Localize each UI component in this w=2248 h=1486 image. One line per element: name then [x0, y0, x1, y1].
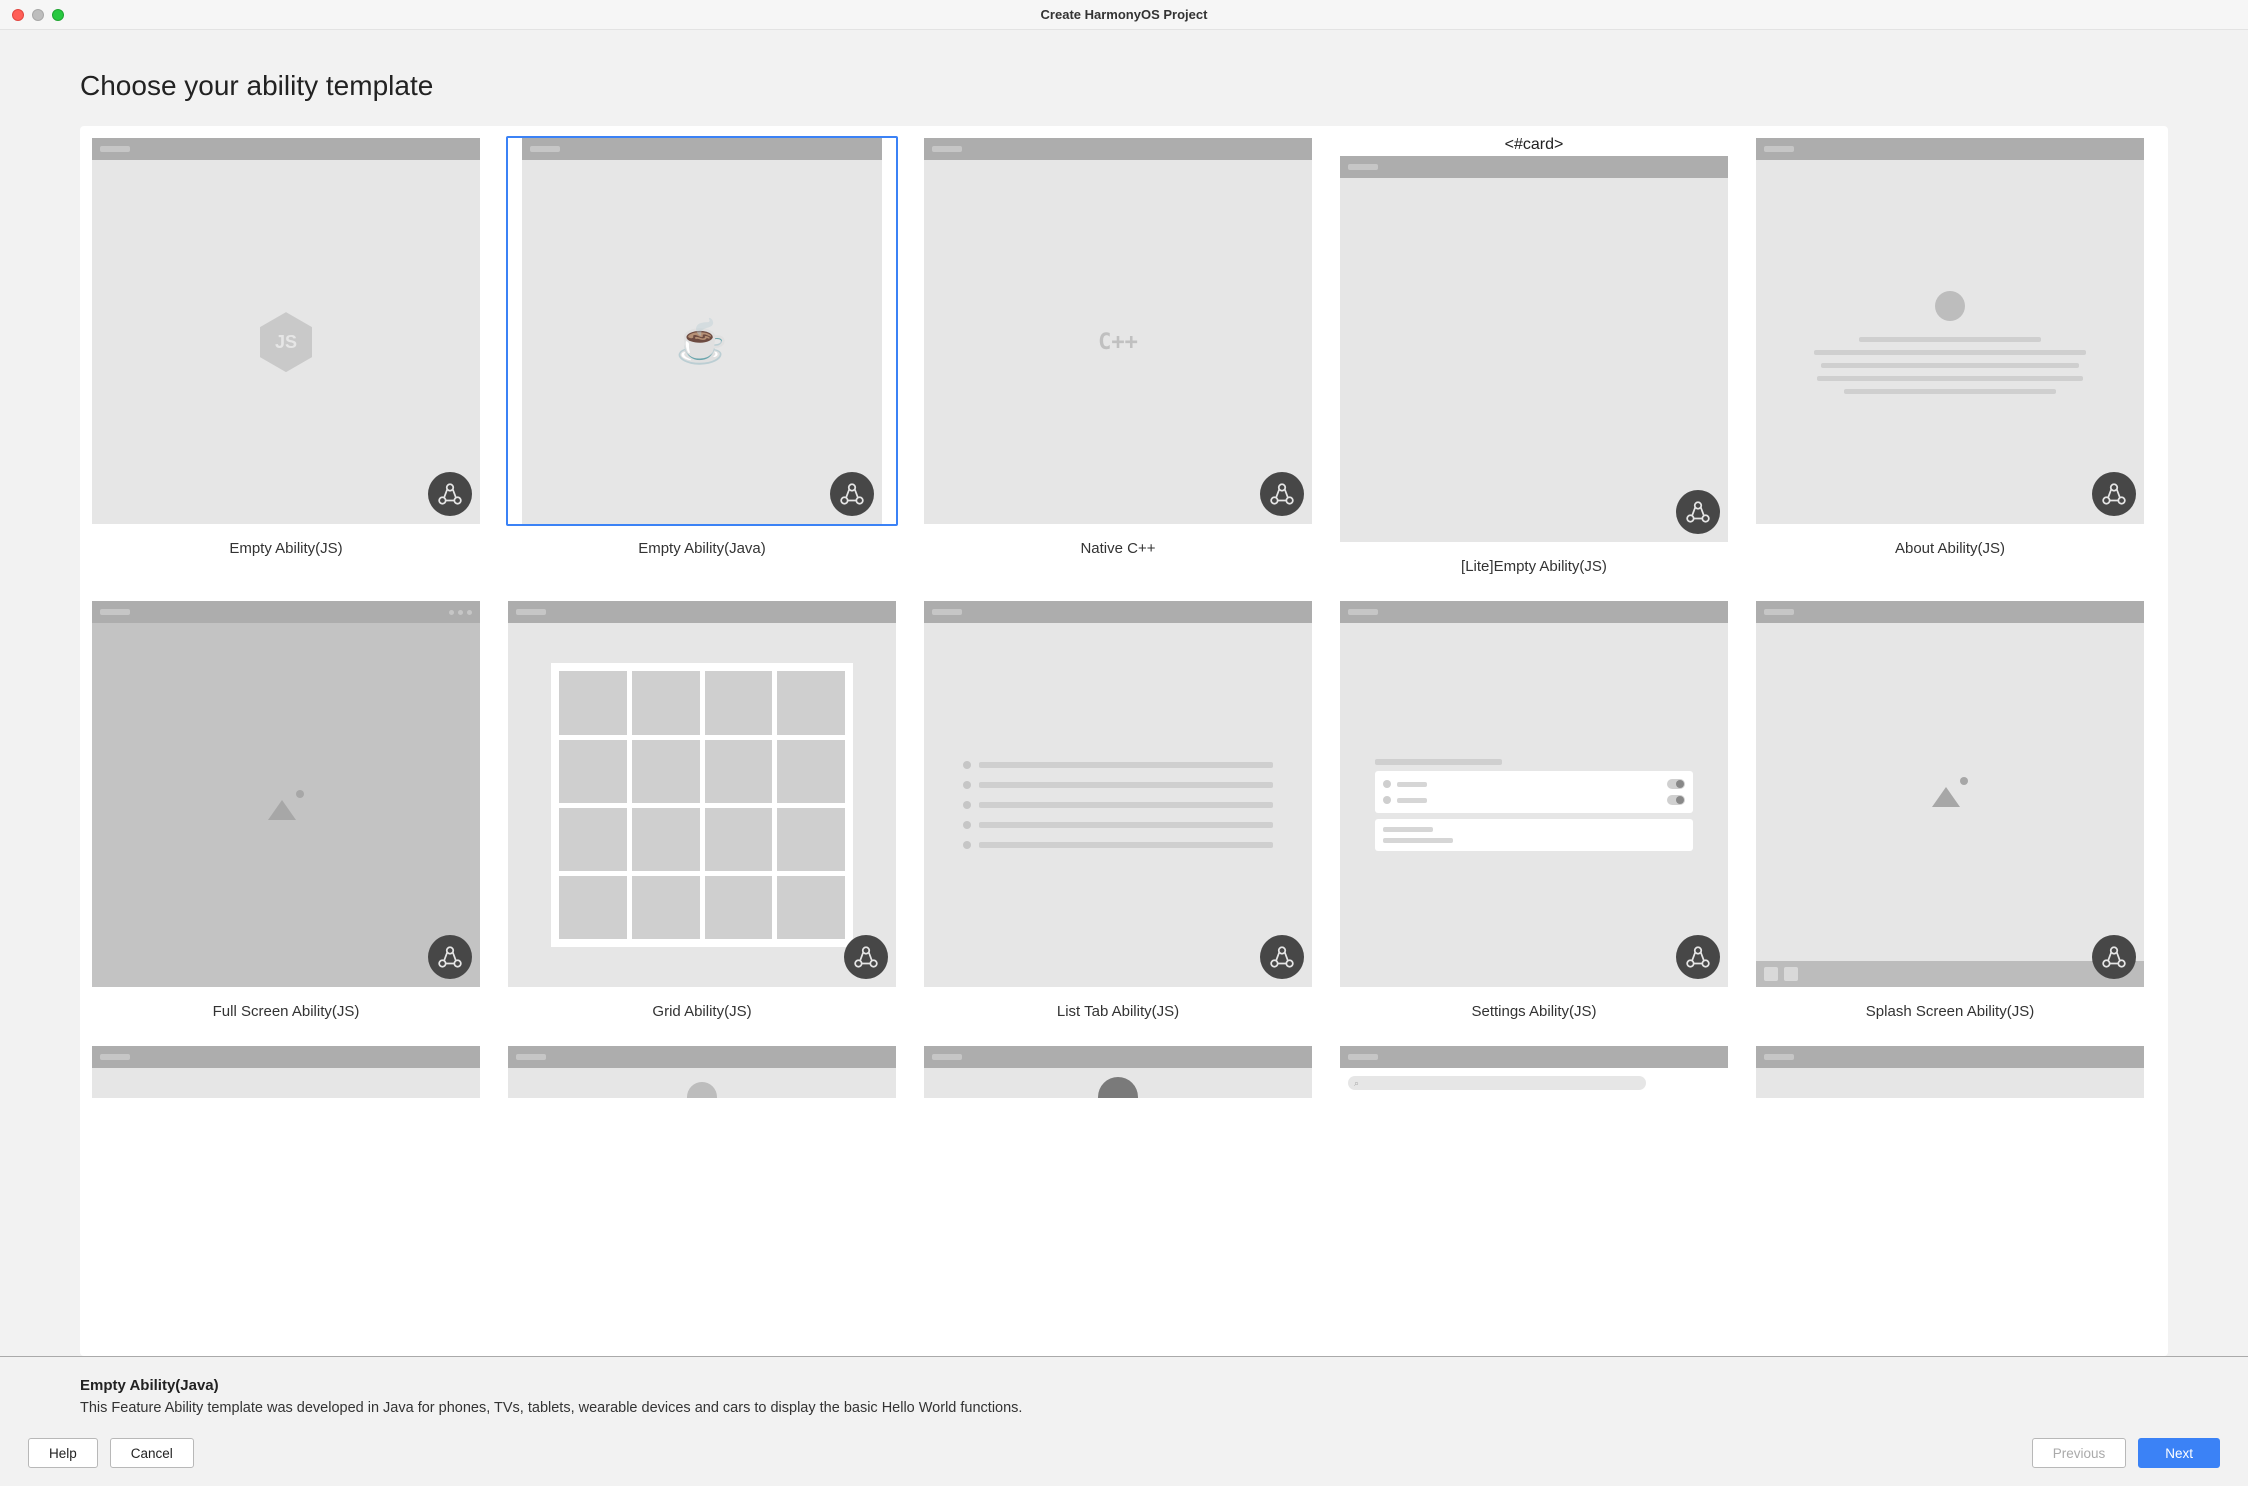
template-about-js[interactable]: About Ability(JS): [1754, 136, 2146, 575]
ability-badge-icon: [1676, 490, 1720, 534]
help-button[interactable]: Help: [28, 1438, 98, 1468]
template-empty-js[interactable]: JS Empty Ability(JS): [90, 136, 482, 575]
image-placeholder-icon: [92, 623, 480, 987]
template-native-cpp[interactable]: C++ Native C++: [922, 136, 1314, 575]
template-label: Settings Ability(JS): [1471, 1003, 1596, 1020]
template-label: Empty Ability(Java): [638, 540, 766, 557]
template-partial-3[interactable]: [922, 1044, 1314, 1100]
ability-badge-icon: [2092, 472, 2136, 516]
previous-button[interactable]: Previous: [2032, 1438, 2127, 1468]
search-icon: ⌕: [1348, 1076, 1646, 1090]
template-label: Native C++: [1080, 540, 1155, 557]
template-label: [Lite]Empty Ability(JS): [1461, 558, 1607, 575]
template-grid-scroll[interactable]: JS Empty Ability(JS) ☕: [90, 136, 2158, 1356]
template-partial-1[interactable]: [90, 1044, 482, 1100]
cpp-icon: C++: [1098, 330, 1138, 355]
ability-badge-icon: [1260, 472, 1304, 516]
template-scroll-area: JS Empty Ability(JS) ☕: [80, 126, 2168, 1356]
grid-preview-icon: [551, 663, 854, 947]
about-preview-icon: [1799, 291, 2102, 394]
template-empty-java[interactable]: ☕ Empty Ability(Java): [506, 136, 898, 575]
template-label: About Ability(JS): [1895, 540, 2005, 557]
template-label: Splash Screen Ability(JS): [1866, 1003, 2034, 1020]
splash-preview-icon: [1756, 623, 2144, 987]
window-title: Create HarmonyOS Project: [0, 7, 2248, 22]
template-label: Empty Ability(JS): [229, 540, 342, 557]
template-splash-js[interactable]: Splash Screen Ability(JS): [1754, 599, 2146, 1020]
description-panel: Empty Ability(Java) This Feature Ability…: [0, 1356, 2248, 1428]
template-label: Full Screen Ability(JS): [213, 1003, 360, 1020]
cancel-button[interactable]: Cancel: [110, 1438, 194, 1468]
js-icon: JS: [260, 312, 312, 372]
template-fullscreen-js[interactable]: Full Screen Ability(JS): [90, 599, 482, 1020]
list-preview-icon: [963, 761, 1273, 849]
ability-badge-icon: [428, 472, 472, 516]
template-label: Grid Ability(JS): [652, 1003, 751, 1020]
settings-preview-icon: [1375, 759, 1693, 851]
next-button[interactable]: Next: [2138, 1438, 2220, 1468]
ability-badge-icon: [830, 472, 874, 516]
template-partial-4[interactable]: ⌕: [1338, 1044, 1730, 1100]
template-grid-js[interactable]: Grid Ability(JS): [506, 599, 898, 1020]
template-partial-2[interactable]: [506, 1044, 898, 1100]
description-text: This Feature Ability template was develo…: [80, 1400, 2168, 1416]
description-title: Empty Ability(Java): [80, 1377, 2168, 1394]
template-lite-empty-js[interactable]: <#card> [Lite]Empty Ability(JS): [1338, 136, 1730, 575]
java-icon: ☕: [676, 318, 728, 367]
template-settings-js[interactable]: Settings Ability(JS): [1338, 599, 1730, 1020]
titlebar: Create HarmonyOS Project: [0, 0, 2248, 30]
template-label: List Tab Ability(JS): [1057, 1003, 1179, 1020]
page-heading: Choose your ability template: [80, 70, 2168, 102]
template-partial-5[interactable]: [1754, 1044, 2146, 1100]
template-listtab-js[interactable]: List Tab Ability(JS): [922, 599, 1314, 1020]
